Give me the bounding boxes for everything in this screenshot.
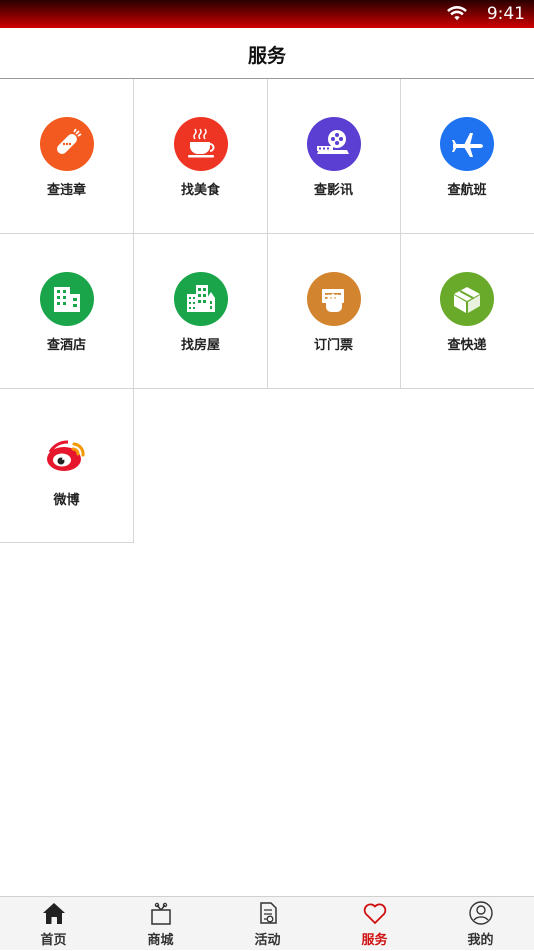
service-label: 查航班 — [447, 183, 487, 198]
film-reel-icon — [306, 117, 361, 171]
bandage-icon — [39, 117, 94, 171]
service-label: 订门票 — [313, 338, 353, 353]
page-header: 服务 — [0, 28, 534, 79]
tab-label: 首页 — [40, 933, 67, 948]
document-icon — [259, 902, 277, 924]
gift-box-icon — [150, 902, 171, 925]
service-item-express[interactable]: 查快递 — [400, 234, 534, 389]
tab-label: 我的 — [467, 933, 494, 948]
bottom-tab-bar: 首页 商城 活动 服务 我的 — [0, 896, 534, 950]
tab-label: 服务 — [361, 933, 388, 948]
status-bar: 9:41 — [0, 0, 534, 28]
tab-mine[interactable]: 我的 — [427, 897, 534, 951]
service-item-weibo[interactable]: 微博 — [0, 389, 134, 543]
hotel-building-icon — [39, 272, 94, 326]
package-box-icon — [440, 272, 494, 326]
service-item-housing[interactable]: 找房屋 — [134, 234, 268, 389]
service-label: 查影讯 — [313, 183, 353, 198]
wifi-icon — [447, 5, 467, 21]
tab-home[interactable]: 首页 — [0, 897, 107, 951]
service-label: 查违章 — [46, 183, 86, 198]
status-time: 9:41 — [486, 4, 525, 24]
page-title: 服务 — [247, 45, 286, 67]
weibo-icon — [40, 427, 94, 481]
tab-mall[interactable]: 商城 — [107, 897, 214, 951]
service-item-movies[interactable]: 查影讯 — [267, 79, 401, 234]
ticket-icon — [306, 272, 361, 326]
service-label: 查酒店 — [46, 338, 86, 353]
service-item-food[interactable]: 找美食 — [134, 79, 268, 234]
heart-icon — [363, 903, 386, 924]
service-item-tickets[interactable]: 订门票 — [267, 234, 401, 389]
tab-services[interactable]: 服务 — [321, 897, 428, 951]
service-item-hotels[interactable]: 查酒店 — [0, 234, 134, 389]
tab-activity[interactable]: 活动 — [214, 897, 321, 951]
service-label: 微博 — [53, 493, 80, 508]
service-label: 找房屋 — [180, 338, 220, 353]
home-icon — [42, 903, 65, 924]
coffee-cup-icon — [173, 117, 228, 171]
service-label: 找美食 — [180, 183, 220, 198]
service-item-flights[interactable]: 查航班 — [400, 79, 534, 234]
service-item-violation[interactable]: 查违章 — [0, 79, 134, 234]
user-profile-icon — [468, 901, 493, 925]
tab-label: 活动 — [254, 933, 281, 948]
tab-label: 商城 — [147, 933, 174, 948]
buildings-icon — [173, 272, 228, 326]
service-label: 查快递 — [447, 338, 487, 353]
airplane-icon — [440, 117, 494, 171]
